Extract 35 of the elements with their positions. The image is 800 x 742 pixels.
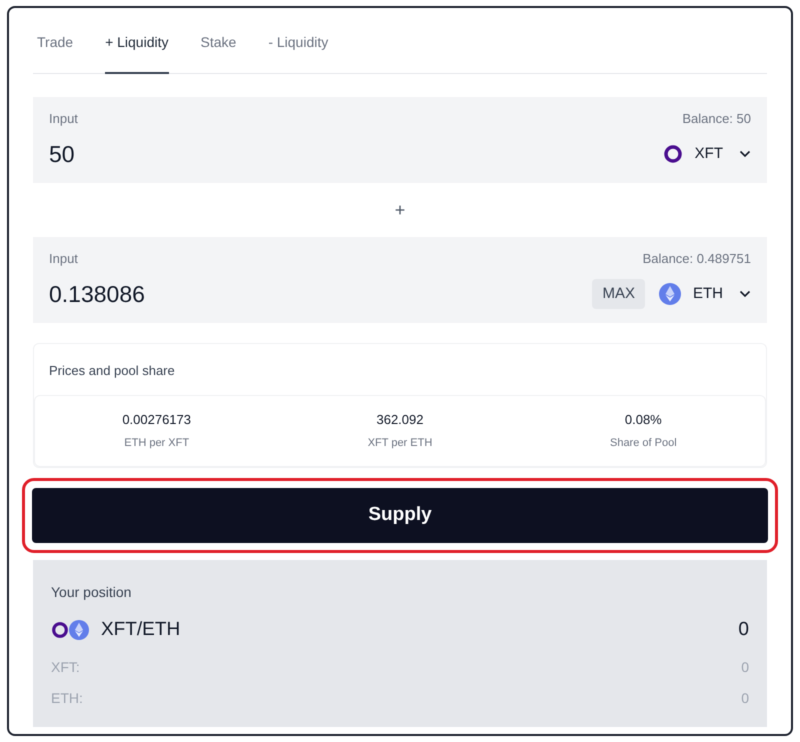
token-label: XFT: — [51, 658, 80, 677]
token-selector[interactable]: XFT — [662, 142, 751, 165]
balance-text: Balance: 0.489751 — [642, 250, 751, 268]
tab[interactable]: Stake — [200, 26, 236, 74]
ring-icon — [662, 144, 683, 164]
supply-button[interactable]: Supply — [32, 488, 768, 542]
amount-value[interactable]: 50 — [49, 136, 75, 171]
caret-icon — [739, 150, 751, 158]
diamond-coin-icon — [659, 282, 681, 305]
plus-sign: + — [394, 198, 406, 222]
section-title: Your position — [51, 582, 132, 602]
ring-icon — [51, 620, 69, 639]
amount-value[interactable]: 0.138086 — [49, 276, 145, 311]
pair-name: XFT/ETH — [101, 618, 180, 642]
token-selector[interactable]: ETH — [659, 282, 751, 305]
caret-icon — [739, 290, 751, 298]
tab[interactable]: Trade — [37, 26, 74, 74]
balance-text: Balance: 50 — [682, 110, 751, 128]
stat-label: ETH per XFT — [124, 436, 190, 451]
tab[interactable]: + Liquidity — [105, 26, 168, 74]
diamond-coin-icon — [69, 620, 89, 640]
stat-label: XFT per ETH — [368, 436, 432, 451]
section-title: Prices and pool share — [48, 362, 176, 380]
max-button[interactable]: MAX — [592, 278, 645, 309]
stat-label: Share of Pool — [610, 436, 677, 451]
stat-value: 0.08% — [624, 410, 662, 428]
token-label: ETH: — [51, 689, 83, 708]
token-amount: 0 — [741, 658, 749, 677]
position-amount: 0 — [738, 618, 749, 642]
input-label: Input — [49, 110, 78, 128]
stat-value: 0.00276173 — [122, 410, 191, 428]
token-amount: 0 — [741, 689, 749, 708]
tab[interactable]: - Liquidity — [268, 26, 328, 74]
stat-value: 362.092 — [376, 410, 424, 428]
input-label: Input — [49, 250, 78, 268]
